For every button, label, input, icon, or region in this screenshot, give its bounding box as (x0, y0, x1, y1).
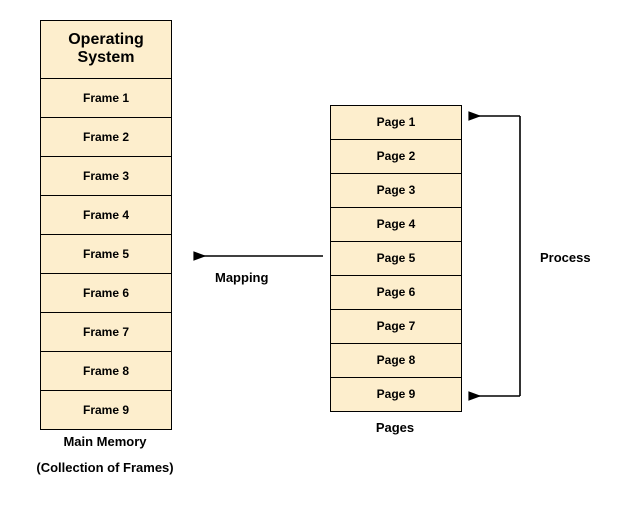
page-cell: Page 7 (331, 310, 461, 344)
os-header: Operating System (41, 21, 171, 79)
process-label: Process (540, 250, 591, 265)
frame-cell: Frame 6 (41, 274, 171, 313)
frame-cell: Frame 1 (41, 79, 171, 118)
frame-cell: Frame 5 (41, 235, 171, 274)
mapping-label: Mapping (215, 270, 268, 285)
frame-cell: Frame 4 (41, 196, 171, 235)
page-cell: Page 8 (331, 344, 461, 378)
page-cell: Page 6 (331, 276, 461, 310)
process-bracket-icon (470, 108, 530, 404)
main-memory-label: Main Memory (40, 434, 170, 449)
page-cell: Page 3 (331, 174, 461, 208)
main-memory-column: Operating System Frame 1 Frame 2 Frame 3… (40, 20, 172, 430)
frame-cell: Frame 7 (41, 313, 171, 352)
frame-cell: Frame 8 (41, 352, 171, 391)
page-cell: Page 9 (331, 378, 461, 411)
page-cell: Page 2 (331, 140, 461, 174)
page-cell: Page 5 (331, 242, 461, 276)
frame-cell: Frame 3 (41, 157, 171, 196)
page-cell: Page 4 (331, 208, 461, 242)
page-cell: Page 1 (331, 106, 461, 140)
frame-cell: Frame 9 (41, 391, 171, 429)
mapping-arrow-icon (195, 246, 325, 266)
collection-of-frames-label: (Collection of Frames) (20, 460, 190, 475)
diagram-canvas: Operating System Frame 1 Frame 2 Frame 3… (0, 0, 619, 507)
pages-column: Page 1 Page 2 Page 3 Page 4 Page 5 Page … (330, 105, 462, 412)
pages-label: Pages (330, 420, 460, 435)
frame-cell: Frame 2 (41, 118, 171, 157)
